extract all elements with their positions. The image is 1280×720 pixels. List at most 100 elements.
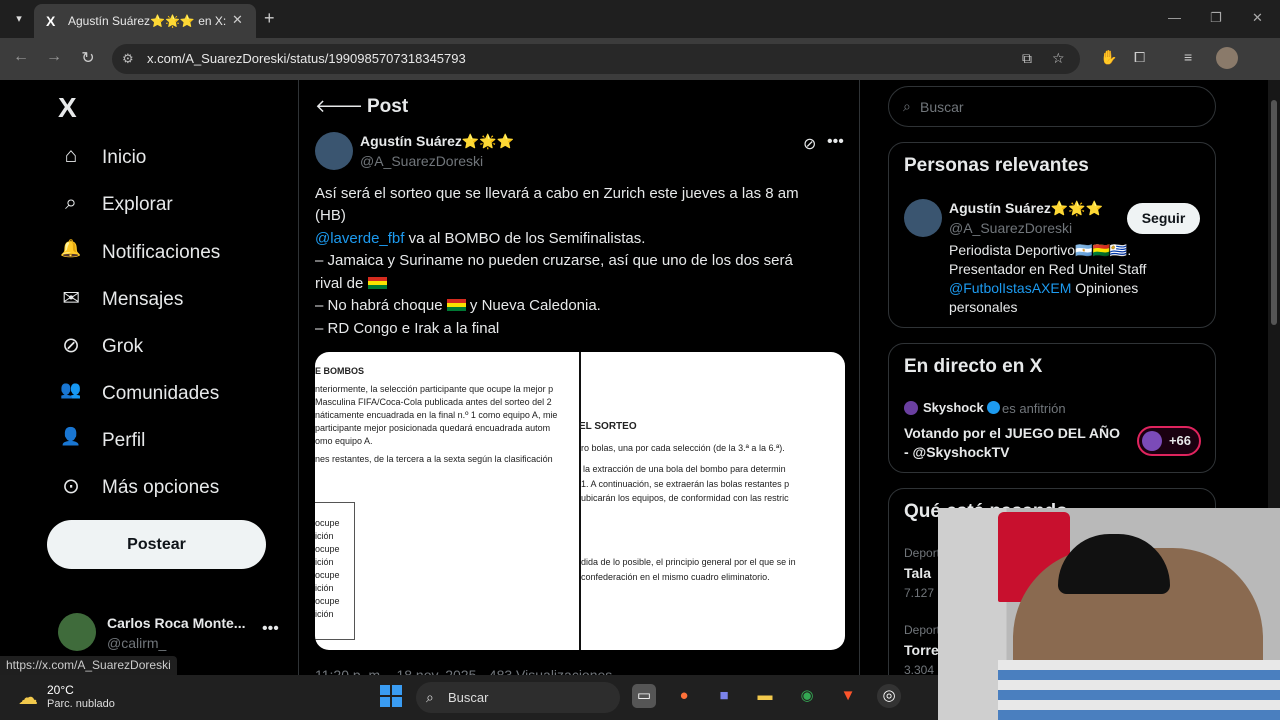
windows-start-icon[interactable] bbox=[380, 685, 402, 707]
nav-item-mensajes[interactable]: ✉ Mensajes bbox=[58, 280, 278, 320]
image-text: ición bbox=[315, 609, 334, 619]
address-url[interactable]: x.com/A_SuarezDoreski/status/19909857073… bbox=[147, 51, 466, 66]
puzzle-extensions-icon[interactable]: ⧠ bbox=[1134, 49, 1145, 66]
account-switcher[interactable]: Carlos Roca Monte... @calirm_ ••• bbox=[58, 612, 288, 652]
author-handle[interactable]: @A_SuarezDoreski bbox=[360, 153, 483, 169]
webcam-overlay bbox=[938, 508, 1280, 720]
trend-name[interactable]: Tala bbox=[904, 565, 931, 581]
task-view-icon[interactable]: ▭ bbox=[632, 684, 656, 708]
chrome-icon[interactable]: ◉ bbox=[795, 684, 819, 708]
card-title: Personas relevantes bbox=[904, 155, 1089, 176]
image-text: ición bbox=[315, 557, 334, 567]
scrollbar-thumb[interactable] bbox=[1271, 100, 1277, 325]
profile-icon: 👤 bbox=[60, 427, 82, 446]
maximize-icon[interactable]: ❐ bbox=[1210, 10, 1222, 26]
nav-label: Comunidades bbox=[102, 383, 220, 404]
weather-condition[interactable]: Parc. nublado bbox=[47, 698, 115, 710]
nav-item-explorar[interactable]: ⌕ Explorar bbox=[58, 185, 278, 225]
nav-item-perfil[interactable]: 👤 Perfil bbox=[58, 421, 278, 461]
mention-link[interactable]: @laverde_fbf bbox=[315, 230, 404, 247]
new-tab-icon[interactable]: + bbox=[264, 8, 275, 29]
image-text: ocupe bbox=[315, 570, 340, 580]
brave-icon[interactable]: ▼ bbox=[836, 684, 860, 708]
image-text: 1. A continuación, se extraerán las bola… bbox=[581, 479, 790, 489]
nav-item-mas-opciones[interactable]: ⊙ Más opciones bbox=[58, 468, 278, 508]
post-text-line: @laverde_fbf va al BOMBO de los Semifina… bbox=[315, 230, 645, 247]
bolivia-flag-icon bbox=[446, 299, 466, 311]
taskbar-search[interactable]: ⌕ Buscar bbox=[416, 682, 620, 713]
weather-temp[interactable]: 20°C bbox=[47, 683, 74, 697]
x-logo-icon[interactable]: X bbox=[58, 92, 77, 124]
post-timestamp[interactable]: 11:20 p. m. · 18 nov. 2025 · 483 Visuali… bbox=[315, 667, 612, 675]
address-bar[interactable]: ⚙ x.com/A_SuarezDoreski/status/199098570… bbox=[112, 44, 1080, 74]
bookmark-star-icon[interactable]: ☆ bbox=[1052, 50, 1065, 67]
more-icon[interactable]: ••• bbox=[262, 620, 279, 638]
post-text-line: – RD Congo e Irak a la final bbox=[315, 320, 500, 337]
image-text: nteriormente, la selección participante … bbox=[315, 384, 554, 394]
nav-item-comunidades[interactable]: 👥 Comunidades bbox=[58, 374, 278, 414]
teams-icon[interactable]: ■ bbox=[712, 684, 736, 708]
image-text: ocupe bbox=[315, 596, 340, 606]
search-icon: ⌕ bbox=[65, 191, 77, 214]
post-column: 🡐 Post Agustín Suárez⭐🌟⭐ @A_SuarezDoresk… bbox=[298, 80, 860, 675]
minimize-icon[interactable]: — bbox=[1168, 10, 1181, 25]
browser-profile-avatar[interactable] bbox=[1216, 47, 1238, 69]
tab-close-icon[interactable]: ✕ bbox=[232, 12, 243, 28]
site-info-icon[interactable]: ⚙ bbox=[122, 51, 134, 67]
bio-fragment: Opiniones bbox=[1071, 280, 1139, 296]
author-avatar[interactable] bbox=[315, 132, 353, 170]
page-title: Post bbox=[367, 96, 409, 117]
reload-icon[interactable]: ↻ bbox=[77, 48, 99, 68]
image-text: ición bbox=[315, 583, 334, 593]
listeners-badge[interactable]: +66 bbox=[1137, 426, 1201, 456]
nav-label: Inicio bbox=[102, 147, 147, 168]
avatar[interactable] bbox=[904, 199, 942, 237]
image-text: ocupe bbox=[315, 544, 340, 554]
more-options-icon: ⊙ bbox=[62, 475, 80, 498]
back-icon[interactable]: ← bbox=[10, 48, 32, 66]
media-controls-icon[interactable]: ≡ bbox=[1184, 49, 1192, 65]
firefox-icon[interactable]: ● bbox=[672, 684, 696, 708]
forward-icon[interactable]: → bbox=[43, 48, 65, 66]
image-text: participante mejor posicionada quedará e… bbox=[315, 423, 551, 433]
nav-label: Notificaciones bbox=[102, 242, 221, 263]
back-arrow-icon[interactable]: 🡐 bbox=[315, 96, 363, 117]
tab-search-icon[interactable]: ▾ bbox=[8, 8, 30, 30]
image-text: náticamente encuadrada en la final n.º 1… bbox=[315, 410, 558, 420]
nav-item-inicio[interactable]: ⌂ Inicio bbox=[58, 138, 278, 178]
live-host[interactable]: Skyshock bbox=[923, 400, 1000, 415]
nav-label: Grok bbox=[102, 336, 144, 357]
relevant-handle[interactable]: @A_SuarezDoreski bbox=[949, 220, 1072, 236]
post-button[interactable]: Postear bbox=[47, 520, 266, 569]
relevant-people-card: Personas relevantes Agustín Suárez⭐🌟⭐ @A… bbox=[888, 142, 1216, 328]
author-name[interactable]: Agustín Suárez⭐🌟⭐ bbox=[360, 133, 514, 150]
file-explorer-icon[interactable]: ▬ bbox=[753, 684, 777, 708]
avatar bbox=[1142, 431, 1162, 451]
grok-icon: ⊘ bbox=[62, 334, 80, 357]
live-title[interactable]: - @SkyshockTV bbox=[904, 444, 1009, 460]
obs-recording-icon[interactable]: ◎ bbox=[877, 684, 901, 708]
close-window-icon[interactable]: ✕ bbox=[1252, 10, 1263, 26]
grok-explain-icon[interactable]: ⊘ bbox=[803, 134, 816, 154]
trend-name[interactable]: Torre bbox=[904, 642, 939, 658]
post-image[interactable]: E BOMBOS nteriormente, la selección part… bbox=[315, 352, 845, 650]
live-title[interactable]: Votando por el JUEGO DEL AÑO bbox=[904, 425, 1120, 441]
follow-button[interactable]: Seguir bbox=[1127, 203, 1200, 234]
nav-item-notificaciones[interactable]: 🔔 Notificaciones bbox=[58, 233, 278, 273]
post-more-icon[interactable]: ••• bbox=[827, 133, 844, 151]
search-input[interactable] bbox=[920, 97, 1200, 117]
nav-item-grok[interactable]: ⊘ Grok bbox=[58, 327, 278, 367]
listener-count: +66 bbox=[1168, 433, 1191, 448]
weather-cloud-sun-icon[interactable]: ☁ bbox=[18, 685, 38, 710]
verified-badge-icon bbox=[986, 401, 1000, 414]
install-app-icon[interactable]: ⧉ bbox=[1022, 50, 1032, 67]
extension-icon[interactable]: ✋ bbox=[1100, 49, 1117, 66]
search-box[interactable]: ⌕ bbox=[888, 86, 1216, 127]
relevant-name[interactable]: Agustín Suárez⭐🌟⭐ bbox=[949, 200, 1103, 217]
host-name: Skyshock bbox=[923, 400, 984, 415]
post-text-line: – Jamaica y Suriname no pueden cruzarse,… bbox=[315, 252, 793, 269]
image-text: nes restantes, de la tercera a la sexta … bbox=[315, 454, 553, 464]
mention-link[interactable]: @FutbolIstasAXEM bbox=[949, 280, 1071, 296]
browser-tab-active[interactable]: X Agustín Suárez⭐🌟⭐ en X: " ✕ bbox=[34, 4, 256, 38]
post-text-fragment: – No habrá choque bbox=[315, 297, 447, 314]
